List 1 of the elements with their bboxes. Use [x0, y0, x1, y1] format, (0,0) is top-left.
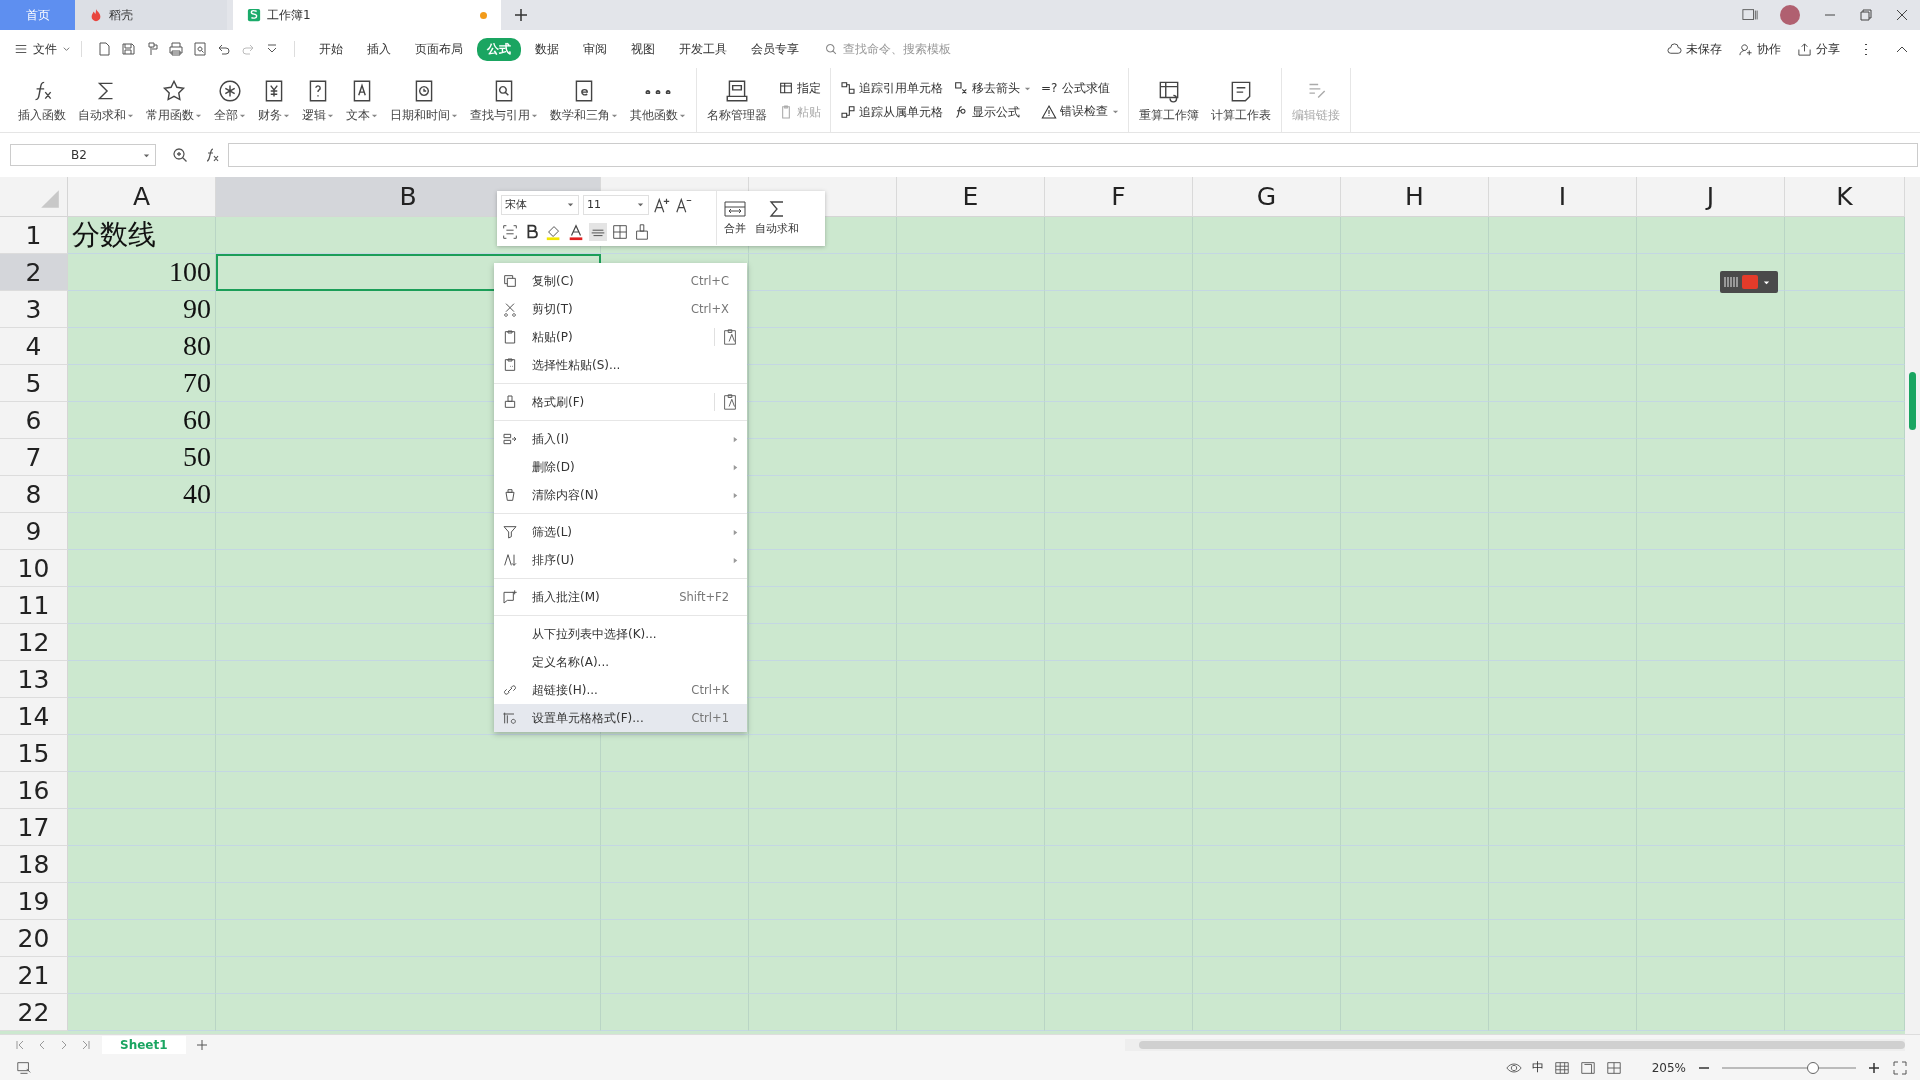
evaluate-icon: =? — [1041, 81, 1058, 95]
